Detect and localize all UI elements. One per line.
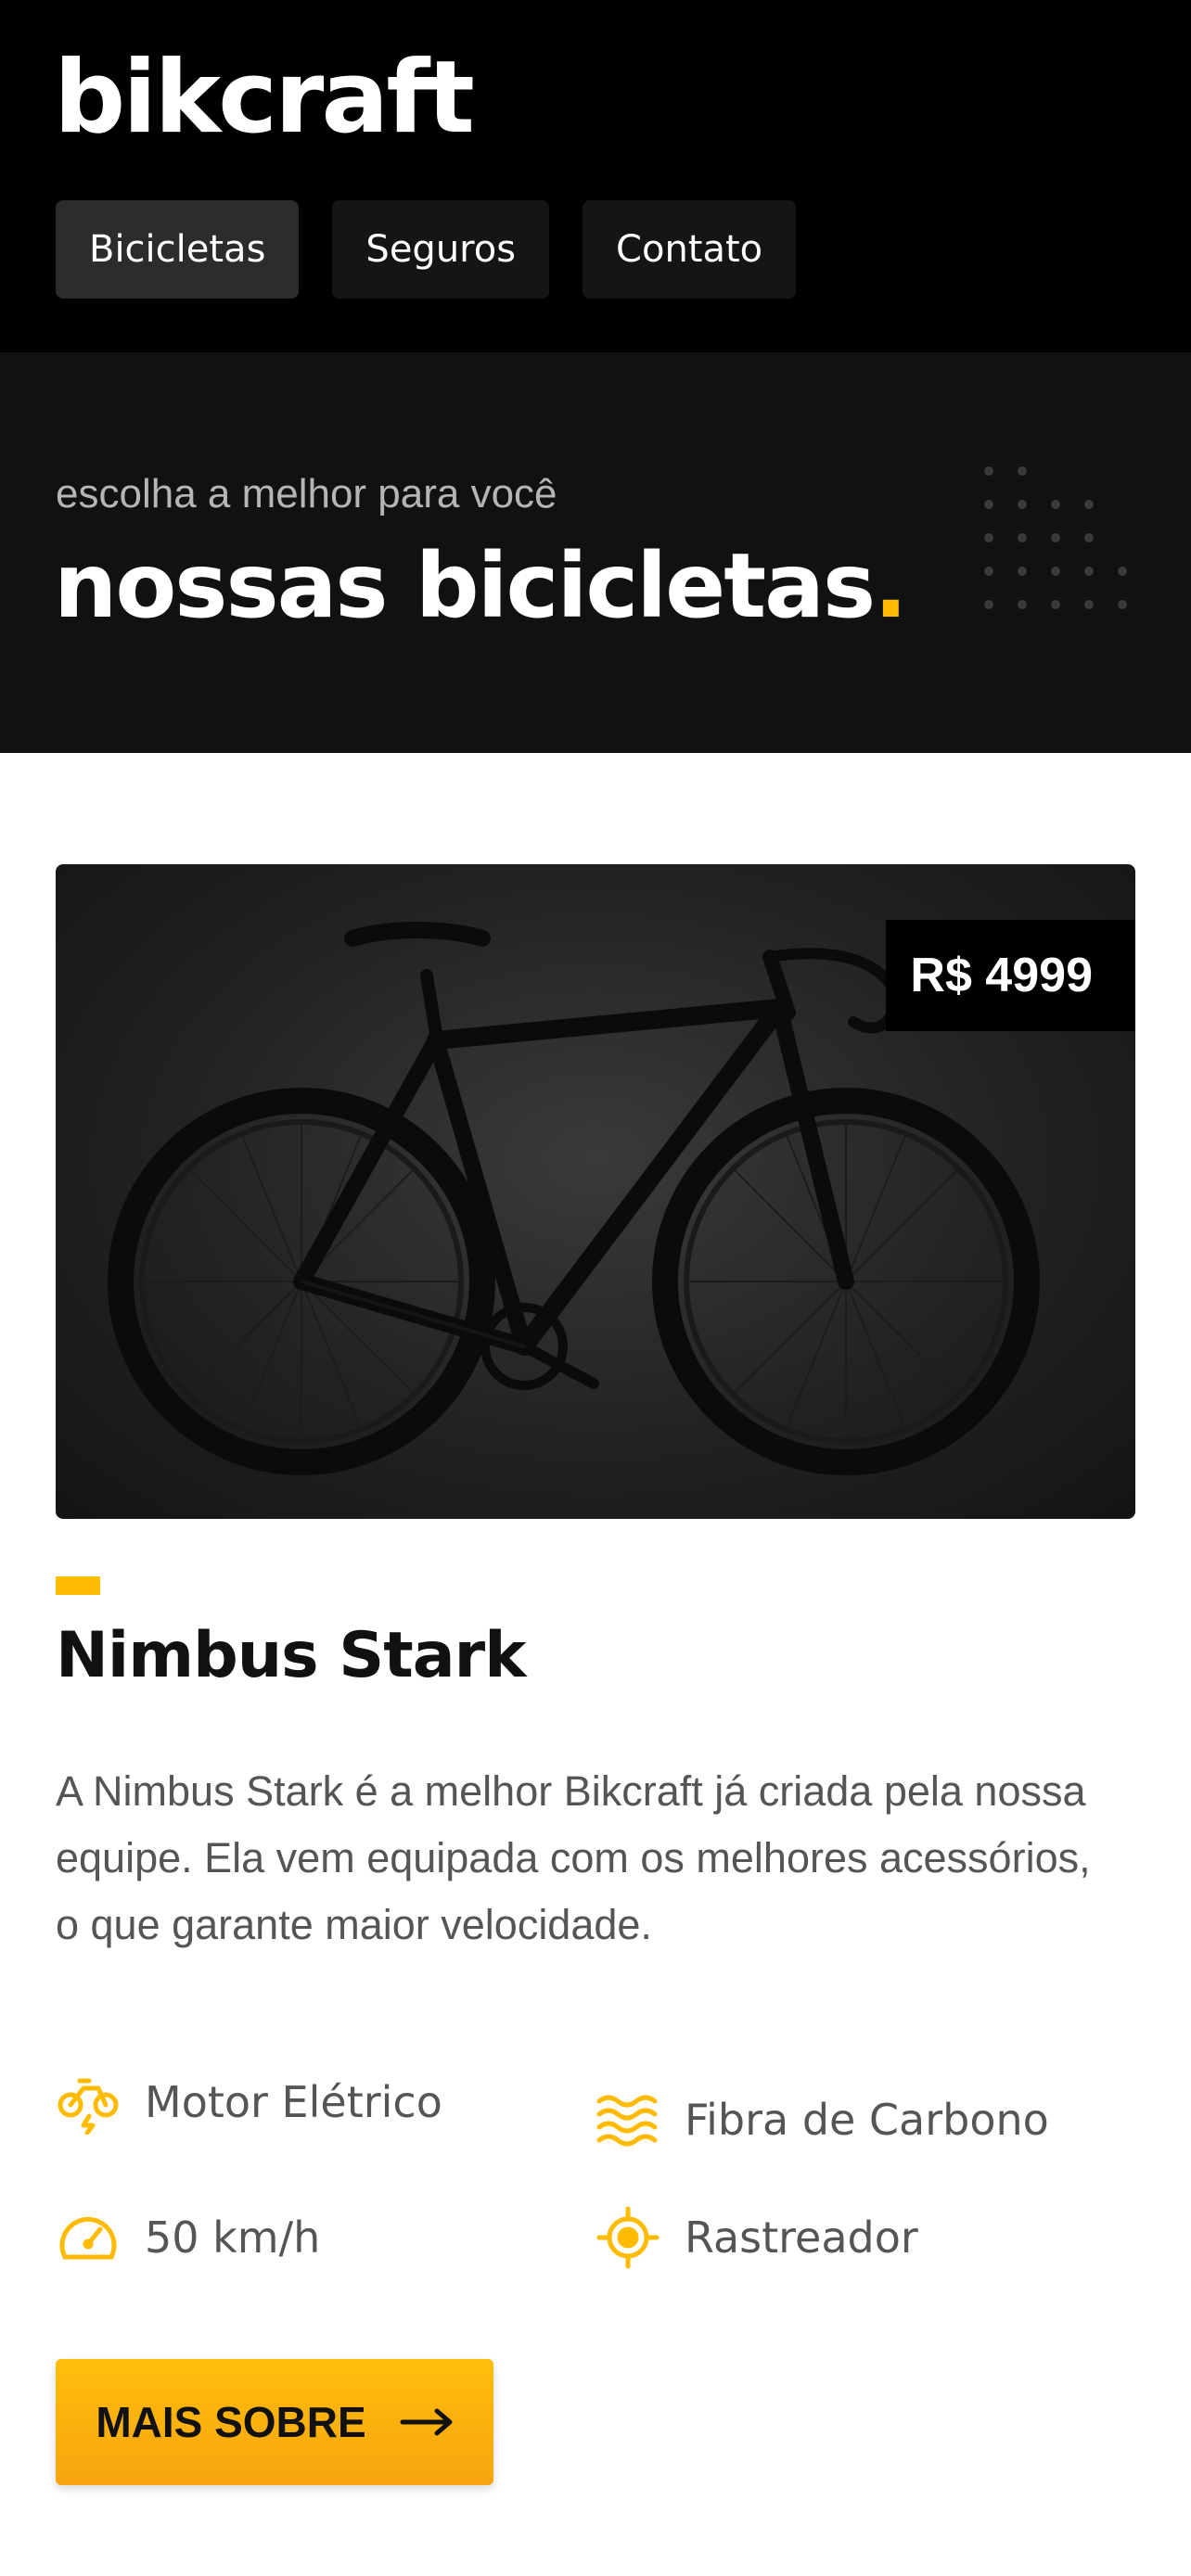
accent-bar <box>56 1576 100 1595</box>
electric-bike-icon <box>58 2078 119 2135</box>
carbon-fiber-icon <box>596 2095 658 2147</box>
feature-motor-label: Motor Elétrico <box>145 2077 442 2127</box>
tracker-icon <box>596 2206 660 2269</box>
feature-motor: Motor Elétrico <box>56 2070 442 2135</box>
product-name: Nimbus Stark <box>56 1619 526 1692</box>
feature-speed: 50 km/h <box>56 2205 320 2270</box>
main-nav: Bicicletas Seguros Contato <box>56 200 797 299</box>
product-image[interactable]: R$ 4999 <box>56 864 1135 1519</box>
speedometer-icon <box>59 2216 117 2260</box>
more-info-button[interactable]: MAIS SOBRE <box>56 2359 493 2485</box>
page-title: nossas bicicletas. <box>54 537 908 636</box>
feature-carbon-label: Fibra de Carbono <box>685 2095 1049 2145</box>
logo[interactable]: bikcraft <box>54 48 475 148</box>
feature-carbon: Fibra de Carbono <box>596 2092 1049 2148</box>
more-info-label: MAIS SOBRE <box>96 2398 366 2446</box>
arrow-right-icon <box>400 2408 453 2436</box>
feature-tracker-label: Rastreador <box>685 2213 918 2263</box>
feature-speed-label: 50 km/h <box>145 2213 321 2263</box>
product-description: A Nimbus Stark é a melhor Bikcraft já cr… <box>56 1767 1091 1948</box>
dot-pattern-decoration <box>984 466 1127 609</box>
nav-item-bicicletas[interactable]: Bicicletas <box>56 200 300 299</box>
site-header: bikcraft Bicicletas Seguros Contato <box>0 0 1191 352</box>
title-accent-dot: . <box>874 534 907 638</box>
nav-item-seguros[interactable]: Seguros <box>332 200 550 299</box>
price-badge: R$ 4999 <box>886 920 1135 1031</box>
hero-subtitle: escolha a melhor para você <box>56 471 557 516</box>
nav-item-contato[interactable]: Contato <box>583 200 797 299</box>
feature-tracker: Rastreador <box>596 2205 918 2270</box>
page-title-text: nossas bicicletas <box>54 534 876 638</box>
page-hero: escolha a melhor para você nossas bicicl… <box>0 352 1191 753</box>
